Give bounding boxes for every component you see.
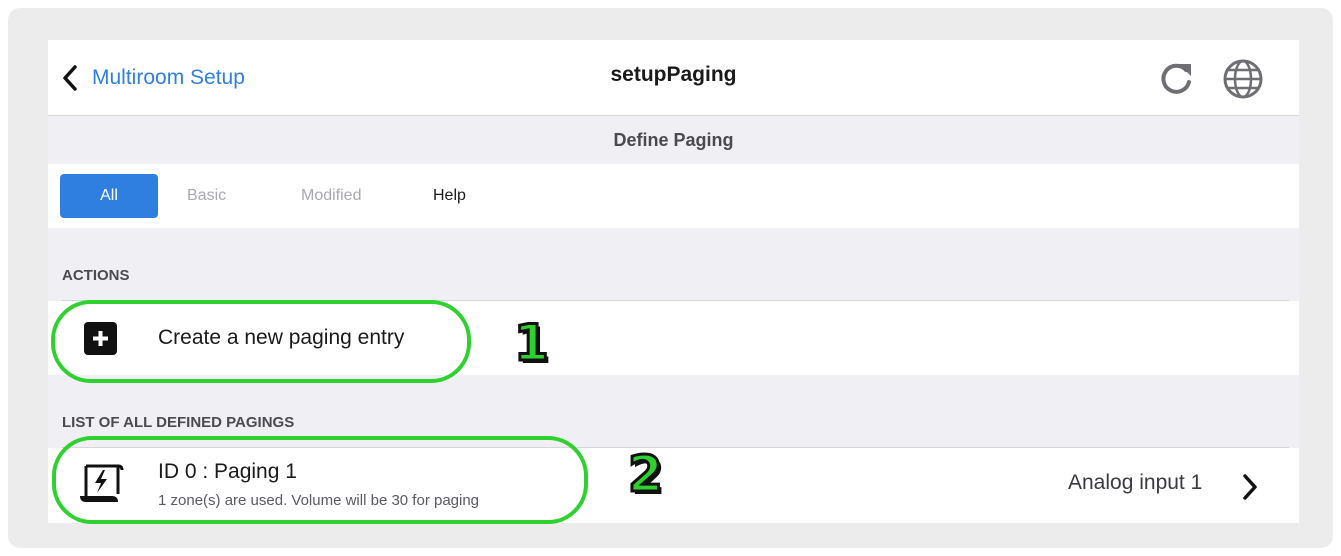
actions-header: ACTIONS [62, 267, 130, 284]
paging-title: ID 0 : Paging 1 [158, 460, 297, 483]
create-paging-label: Create a new paging entry [158, 326, 405, 349]
globe-icon[interactable] [1222, 58, 1264, 105]
chevron-right-icon[interactable] [1242, 474, 1258, 505]
section-title: Define Paging [613, 130, 734, 150]
tab-modified[interactable]: Modified [301, 174, 361, 218]
tab-help[interactable]: Help [433, 174, 466, 218]
tab-basic[interactable]: Basic [187, 174, 226, 218]
paging-subtitle: 1 zone(s) are used. Volume will be 30 fo… [158, 492, 480, 509]
page-title: setupPaging [610, 63, 737, 86]
plus-square-icon [84, 322, 117, 355]
refresh-icon[interactable] [1156, 58, 1196, 103]
annotation-marker-2: 2 [627, 445, 665, 503]
top-navbar: Multiroom Setup setupPaging [48, 40, 1299, 116]
filter-tabs: All Basic Modified Help [48, 164, 1299, 228]
paging-input-value: Analog input 1 [1068, 471, 1203, 494]
setup-panel: Multiroom Setup setupPaging Define Pagin… [48, 40, 1299, 523]
annotation-marker-1: 1 [513, 314, 551, 372]
pagings-header: LIST OF ALL DEFINED PAGINGS [62, 414, 295, 431]
create-paging-row[interactable]: Create a new paging entry [48, 301, 1299, 375]
tab-all[interactable]: All [60, 174, 158, 218]
paging-scroll-icon [78, 462, 126, 511]
paging-row[interactable]: ID 0 : Paging 1 1 zone(s) are used. Volu… [48, 448, 1299, 523]
